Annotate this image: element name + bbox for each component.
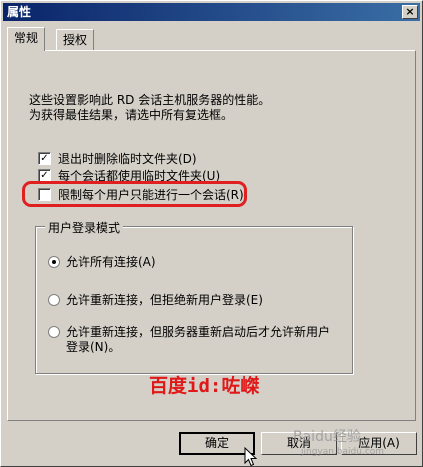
description-line-1: 这些设置影响此 RD 会话主机服务器的性能。 (29, 93, 271, 107)
tab-licensing-label: 授权 (63, 33, 88, 47)
checkbox-use-temp-folders-per-session[interactable]: ✓ (38, 168, 51, 182)
watermark-text: 百度id:咗嵥 (149, 375, 260, 397)
window-title: 属性 (7, 5, 32, 19)
login-mode-title: 用户登录模式 (45, 219, 124, 236)
tab-licensing[interactable]: 授权 (56, 29, 95, 50)
radio-button-allow-reconnect-deny-new[interactable] (48, 294, 60, 306)
tab-general-label: 常规 (14, 31, 39, 45)
radio-allow-reconnect-until-restart[interactable]: 允许重新连接，但服务器重新启动后才允许新用户登录(N)。 (48, 325, 338, 355)
radio-label: 允许重新连接，但服务器重新启动后才允许新用户登录(N)。 (66, 325, 331, 354)
radio-label: 允许重新连接，但拒绝新用户登录(E) (66, 293, 263, 307)
option-label: 退出时删除临时文件夹(D) (58, 151, 197, 166)
close-button[interactable]: × (402, 5, 418, 19)
mouse-cursor-icon (244, 447, 258, 467)
site-watermark: Baidu经验 (293, 429, 361, 445)
radio-button-allow-all[interactable] (48, 256, 60, 268)
checkmark-icon: ✓ (40, 152, 49, 164)
title-bar[interactable]: 属性 × (3, 3, 420, 21)
highlight-annotation (22, 181, 247, 207)
description-text: 这些设置影响此 RD 会话主机服务器的性能。 为获得最佳结果，请选中所有复选框。 (29, 93, 270, 123)
radio-button-allow-reconnect-until-restart[interactable] (48, 326, 60, 338)
description-line-2: 为获得最佳结果，请选中所有复选框。 (29, 108, 234, 122)
properties-window: 属性 × 常规 授权 这些设置影响此 RD 会话主机服务器的性能。 为获得最佳结… (0, 0, 423, 467)
radio-label: 允许所有连接(A) (66, 255, 156, 269)
site-watermark-url: jingyan.baidu.com (301, 447, 385, 457)
option-delete-temp-folders[interactable]: ✓ 退出时删除临时文件夹(D) (38, 150, 197, 166)
checkbox-delete-temp-folders[interactable]: ✓ (38, 151, 51, 165)
radio-allow-all[interactable]: 允许所有连接(A) (48, 255, 156, 270)
tab-general[interactable]: 常规 (7, 27, 46, 51)
radio-allow-reconnect-deny-new[interactable]: 允许重新连接，但拒绝新用户登录(E) (48, 293, 263, 308)
checkmark-icon: ✓ (40, 169, 49, 181)
ok-button-label: 确定 (204, 436, 229, 450)
close-icon: × (405, 5, 415, 18)
